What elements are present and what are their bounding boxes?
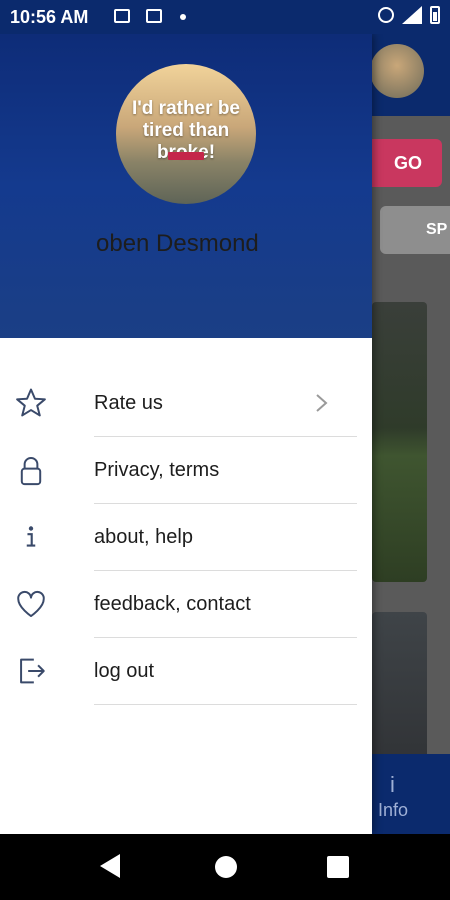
menu-item-about-help[interactable]: about, help — [0, 504, 372, 571]
menu-item-label: about, help — [94, 526, 193, 548]
drawer-menu: Rate us Privacy, terms about, help feedb… — [0, 370, 372, 705]
menu-divider — [94, 704, 357, 705]
header-avatar[interactable] — [370, 44, 424, 98]
feed-photo[interactable] — [372, 302, 427, 582]
menu-item-rate-us[interactable]: Rate us — [0, 370, 372, 437]
recent-apps-icon[interactable] — [327, 856, 349, 878]
info-tab-icon: i — [390, 772, 395, 797]
menu-item-log-out[interactable]: log out — [0, 638, 372, 705]
back-icon[interactable] — [100, 854, 120, 878]
info-tab-label: Info — [378, 800, 409, 820]
notification-icon — [114, 9, 130, 23]
drawer-header: I'd rather be tired than broke! oben Des… — [0, 34, 372, 338]
sports-button-label: SP — [426, 221, 448, 238]
navigation-drawer: I'd rather be tired than broke! oben Des… — [0, 34, 372, 834]
sports-button[interactable]: SP — [380, 206, 450, 254]
profile-photo[interactable]: I'd rather be tired than broke! — [116, 64, 256, 204]
menu-item-label: log out — [94, 660, 155, 682]
menu-item-label: Privacy, terms — [94, 459, 220, 481]
profile-name: oben Desmond — [96, 230, 259, 257]
home-icon[interactable] — [215, 856, 237, 878]
menu-item-privacy-terms[interactable]: Privacy, terms — [0, 437, 372, 504]
signal-icon — [402, 6, 422, 24]
status-bar: 10:56 AM — [0, 0, 450, 34]
system-navigation-bar — [0, 834, 450, 900]
status-time: 10:56 AM — [10, 7, 89, 27]
checkbox-notification-icon — [146, 9, 162, 23]
info-icon — [14, 520, 48, 554]
photo-credit-tag — [168, 152, 204, 160]
battery-icon — [430, 6, 440, 24]
menu-item-feedback-contact[interactable]: feedback, contact — [0, 571, 372, 638]
more-notifications-dot — [180, 14, 186, 20]
go-button[interactable]: GO — [360, 139, 442, 187]
alarm-icon — [378, 7, 394, 23]
menu-item-label: Rate us — [94, 392, 163, 414]
star-icon — [14, 386, 48, 420]
chevron-right-icon — [316, 394, 328, 412]
lock-icon — [14, 453, 48, 487]
menu-item-label: feedback, contact — [94, 593, 251, 615]
status-icons — [378, 6, 440, 24]
go-button-label: GO — [394, 153, 423, 173]
heart-icon — [14, 587, 48, 621]
logout-icon — [14, 654, 48, 688]
bottom-nav-info[interactable]: i Info — [360, 754, 450, 834]
